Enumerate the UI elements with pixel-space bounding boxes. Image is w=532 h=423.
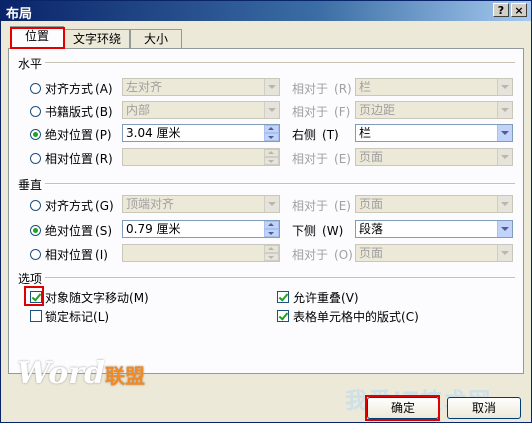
vertical-divider bbox=[45, 183, 515, 185]
vertical-relative-position-relative-dropdown[interactable]: 页面 bbox=[355, 244, 513, 262]
spin-arrows[interactable] bbox=[264, 245, 279, 261]
vertical-alignment-label-group: 对齐方式 (G) bbox=[45, 199, 114, 213]
spin-arrows[interactable] bbox=[264, 221, 279, 237]
horizontal-book-layout-dropdown[interactable]: 内部 bbox=[122, 101, 280, 119]
chevron-down-icon[interactable] bbox=[497, 79, 512, 95]
options-header: 选项 bbox=[18, 272, 43, 286]
chevron-down-icon[interactable] bbox=[497, 245, 512, 261]
vertical-alignment-radio[interactable] bbox=[30, 200, 41, 211]
tab-size[interactable]: 大小 bbox=[130, 29, 182, 49]
vertical-relative-position-radio[interactable] bbox=[30, 249, 41, 260]
tab-position[interactable]: 位置 bbox=[10, 26, 64, 49]
layout-in-table-cell-checkbox[interactable] bbox=[277, 310, 289, 322]
close-button[interactable]: × bbox=[511, 3, 527, 17]
horizontal-absolute-position-input[interactable]: 3.04 厘米 bbox=[122, 124, 280, 142]
vertical-header: 垂直 bbox=[18, 178, 43, 192]
tab-text-wrapping[interactable]: 文字环绕 bbox=[64, 29, 130, 49]
spin-arrows[interactable] bbox=[264, 125, 279, 141]
layout-in-table-cell-label: 表格单元格中的版式(C) bbox=[293, 310, 419, 324]
vertical-alignment-relative-label: 相对于 (E) bbox=[292, 199, 351, 213]
spin-down-icon[interactable] bbox=[264, 253, 279, 261]
horizontal-divider bbox=[45, 62, 515, 64]
spin-arrows[interactable] bbox=[264, 149, 279, 165]
horizontal-book-layout-relative-dropdown[interactable]: 页边距 bbox=[355, 101, 513, 119]
horizontal-relative-position-relative-label: 相对于 (E) bbox=[292, 152, 351, 166]
horizontal-alignment-relative-dropdown[interactable]: 栏 bbox=[355, 78, 513, 96]
lock-anchor-checkbox[interactable] bbox=[30, 310, 42, 322]
horizontal-alignment-radio[interactable] bbox=[30, 83, 41, 94]
help-button[interactable]: ? bbox=[493, 3, 509, 17]
title-bar[interactable]: 布局 ? × bbox=[1, 1, 531, 22]
horizontal-relative-position-input[interactable] bbox=[122, 148, 280, 166]
tab-text-wrapping-label: 文字环绕 bbox=[72, 32, 121, 46]
cancel-button[interactable]: 取消 bbox=[447, 397, 521, 419]
horizontal-absolute-position-radio[interactable] bbox=[30, 129, 41, 140]
horizontal-header: 水平 bbox=[18, 57, 43, 71]
vertical-relative-position-relative-label: 相对于 (O) bbox=[292, 248, 353, 262]
horizontal-book-layout-relative-label: 相对于 (F) bbox=[292, 105, 351, 119]
vertical-relative-position-label-group: 相对位置 (I) bbox=[45, 248, 108, 262]
spin-up-icon[interactable] bbox=[264, 149, 279, 157]
logo-url: www.wordlm.com bbox=[64, 358, 135, 367]
vertical-absolute-position-radio[interactable] bbox=[30, 225, 41, 236]
move-with-text-checkbox[interactable] bbox=[30, 291, 42, 303]
horizontal-book-layout-radio[interactable] bbox=[30, 106, 41, 117]
horizontal-book-layout-label-group: 书籍版式 (B) bbox=[45, 105, 113, 119]
move-with-text-label: 对象随文字移动(M) bbox=[45, 291, 149, 305]
chevron-down-icon[interactable] bbox=[264, 196, 279, 212]
horizontal-alignment-dropdown[interactable]: 左对齐 bbox=[122, 78, 280, 96]
vertical-absolute-position-relative-dropdown[interactable]: 段落 bbox=[355, 220, 513, 238]
tab-position-label: 位置 bbox=[24, 29, 49, 43]
horizontal-absolute-position-relative-dropdown[interactable]: 栏 bbox=[355, 124, 513, 142]
horizontal-alignment-relative-label: 相对于 (R) bbox=[292, 82, 352, 96]
chevron-down-icon[interactable] bbox=[264, 102, 279, 118]
horizontal-alignment-label-group: 对齐方式 (A) bbox=[45, 82, 113, 96]
chevron-down-icon[interactable] bbox=[264, 79, 279, 95]
horizontal-relative-position-relative-dropdown[interactable]: 页面 bbox=[355, 148, 513, 166]
vertical-alignment-dropdown[interactable]: 顶端对齐 bbox=[122, 195, 280, 213]
chevron-down-icon[interactable] bbox=[497, 102, 512, 118]
horizontal-absolute-position-label-group: 绝对位置 (P) bbox=[45, 128, 112, 142]
spin-down-icon[interactable] bbox=[264, 229, 279, 237]
spin-up-icon[interactable] bbox=[264, 245, 279, 253]
vertical-relative-position-input[interactable] bbox=[122, 244, 280, 262]
vertical-absolute-position-label-group: 绝对位置 (S) bbox=[45, 224, 112, 238]
vertical-absolute-position-relative-label: 下侧 (W) bbox=[292, 224, 344, 238]
allow-overlap-label: 允许重叠(V) bbox=[293, 291, 359, 305]
vertical-alignment-relative-dropdown[interactable]: 页面 bbox=[355, 195, 513, 213]
chevron-down-icon[interactable] bbox=[497, 149, 512, 165]
allow-overlap-checkbox[interactable] bbox=[277, 291, 289, 303]
lock-anchor-label: 锁定标记(L) bbox=[45, 310, 110, 324]
horizontal-absolute-position-relative-label: 右侧 (T) bbox=[292, 128, 339, 142]
chevron-down-icon[interactable] bbox=[497, 125, 512, 141]
chevron-down-icon[interactable] bbox=[497, 221, 512, 237]
chevron-down-icon[interactable] bbox=[497, 196, 512, 212]
spin-down-icon[interactable] bbox=[264, 157, 279, 165]
ok-button[interactable]: 确定 bbox=[367, 397, 439, 419]
spin-up-icon[interactable] bbox=[264, 125, 279, 133]
horizontal-relative-position-label-group: 相对位置 (R) bbox=[45, 152, 113, 166]
options-divider bbox=[45, 277, 515, 279]
spin-down-icon[interactable] bbox=[264, 133, 279, 141]
spin-up-icon[interactable] bbox=[264, 221, 279, 229]
tab-size-label: 大小 bbox=[143, 32, 168, 46]
vertical-absolute-position-input[interactable]: 0.79 厘米 bbox=[122, 220, 280, 238]
dialog-title: 布局 bbox=[6, 7, 33, 22]
horizontal-relative-position-radio[interactable] bbox=[30, 153, 41, 164]
layout-dialog: 布局 ? × 位置 文字环绕 大小 水平 垂直 选项 对齐方式 (A) 左对齐 相对于… bbox=[0, 0, 532, 423]
